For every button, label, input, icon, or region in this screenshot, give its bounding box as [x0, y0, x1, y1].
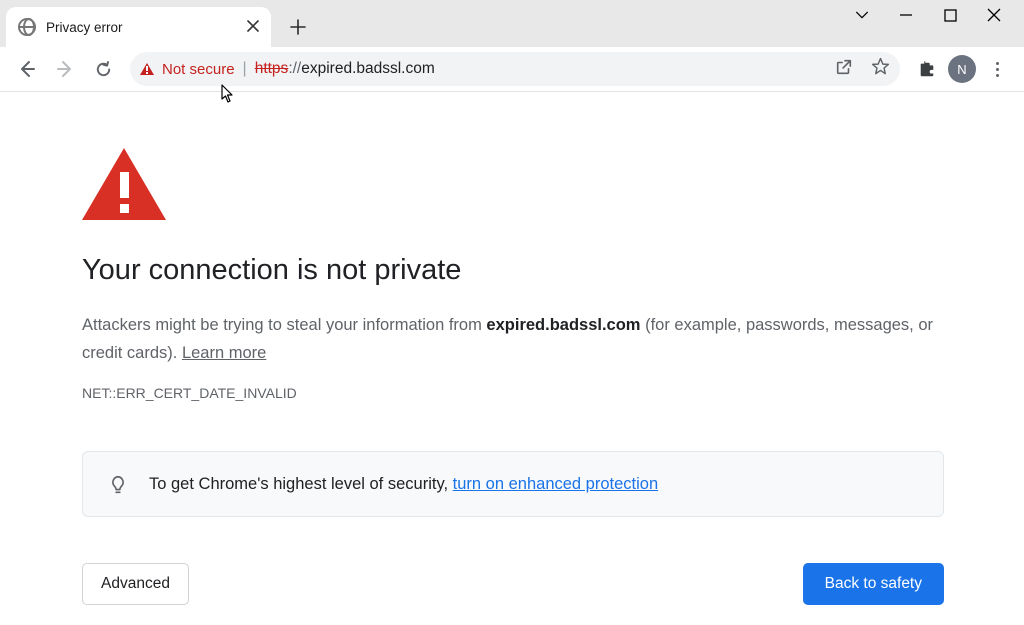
privacy-error-page: Your connection is not private Attackers…	[0, 92, 1024, 605]
button-row: Advanced Back to safety	[82, 563, 944, 605]
lightbulb-icon	[107, 474, 127, 494]
browser-tab[interactable]: Privacy error	[6, 7, 271, 47]
close-window-icon[interactable]	[986, 7, 1002, 23]
minimize-icon[interactable]	[898, 7, 914, 23]
advanced-button[interactable]: Advanced	[82, 563, 189, 605]
chevron-down-icon[interactable]	[854, 7, 870, 23]
share-icon[interactable]	[835, 58, 853, 81]
tab-title: Privacy error	[46, 20, 245, 35]
not-secure-label: Not secure	[162, 61, 235, 78]
globe-icon	[18, 18, 36, 36]
menu-button[interactable]	[980, 52, 1014, 86]
reload-button[interactable]	[86, 52, 120, 86]
omnibox-separator: |	[243, 60, 247, 78]
warning-body: Attackers might be trying to steal your …	[82, 311, 952, 367]
profile-avatar[interactable]: N	[948, 55, 976, 83]
back-to-safety-button[interactable]: Back to safety	[803, 563, 944, 605]
warning-icon	[140, 63, 154, 75]
page-title: Your connection is not private	[82, 254, 1024, 287]
url-scheme-strikethrough: https	[255, 60, 289, 77]
close-tab-icon[interactable]	[245, 19, 261, 35]
maximize-icon[interactable]	[942, 7, 958, 23]
bookmark-star-icon[interactable]	[871, 57, 890, 81]
window-controls	[854, 0, 1024, 30]
new-tab-button[interactable]	[285, 14, 311, 40]
not-secure-chip[interactable]: Not secure	[140, 61, 235, 78]
enhanced-protection-link[interactable]: turn on enhanced protection	[453, 475, 659, 493]
promo-text: To get Chrome's highest level of securit…	[149, 475, 658, 494]
omnibox[interactable]: Not secure | https://expired.badssl.com	[130, 52, 900, 86]
url-text: https://expired.badssl.com	[255, 60, 435, 78]
avatar-letter: N	[957, 62, 966, 77]
toolbar: Not secure | https://expired.badssl.com …	[0, 47, 1024, 92]
kebab-icon	[987, 62, 1007, 77]
warning-icon	[82, 148, 166, 220]
learn-more-link[interactable]: Learn more	[182, 344, 266, 362]
extensions-icon[interactable]	[910, 52, 944, 86]
error-code: NET::ERR_CERT_DATE_INVALID	[82, 385, 1024, 401]
warning-host: expired.badssl.com	[486, 316, 640, 334]
back-button[interactable]	[10, 52, 44, 86]
enhanced-protection-promo: To get Chrome's highest level of securit…	[82, 451, 944, 517]
forward-button[interactable]	[48, 52, 82, 86]
titlebar: Privacy error	[0, 0, 1024, 47]
